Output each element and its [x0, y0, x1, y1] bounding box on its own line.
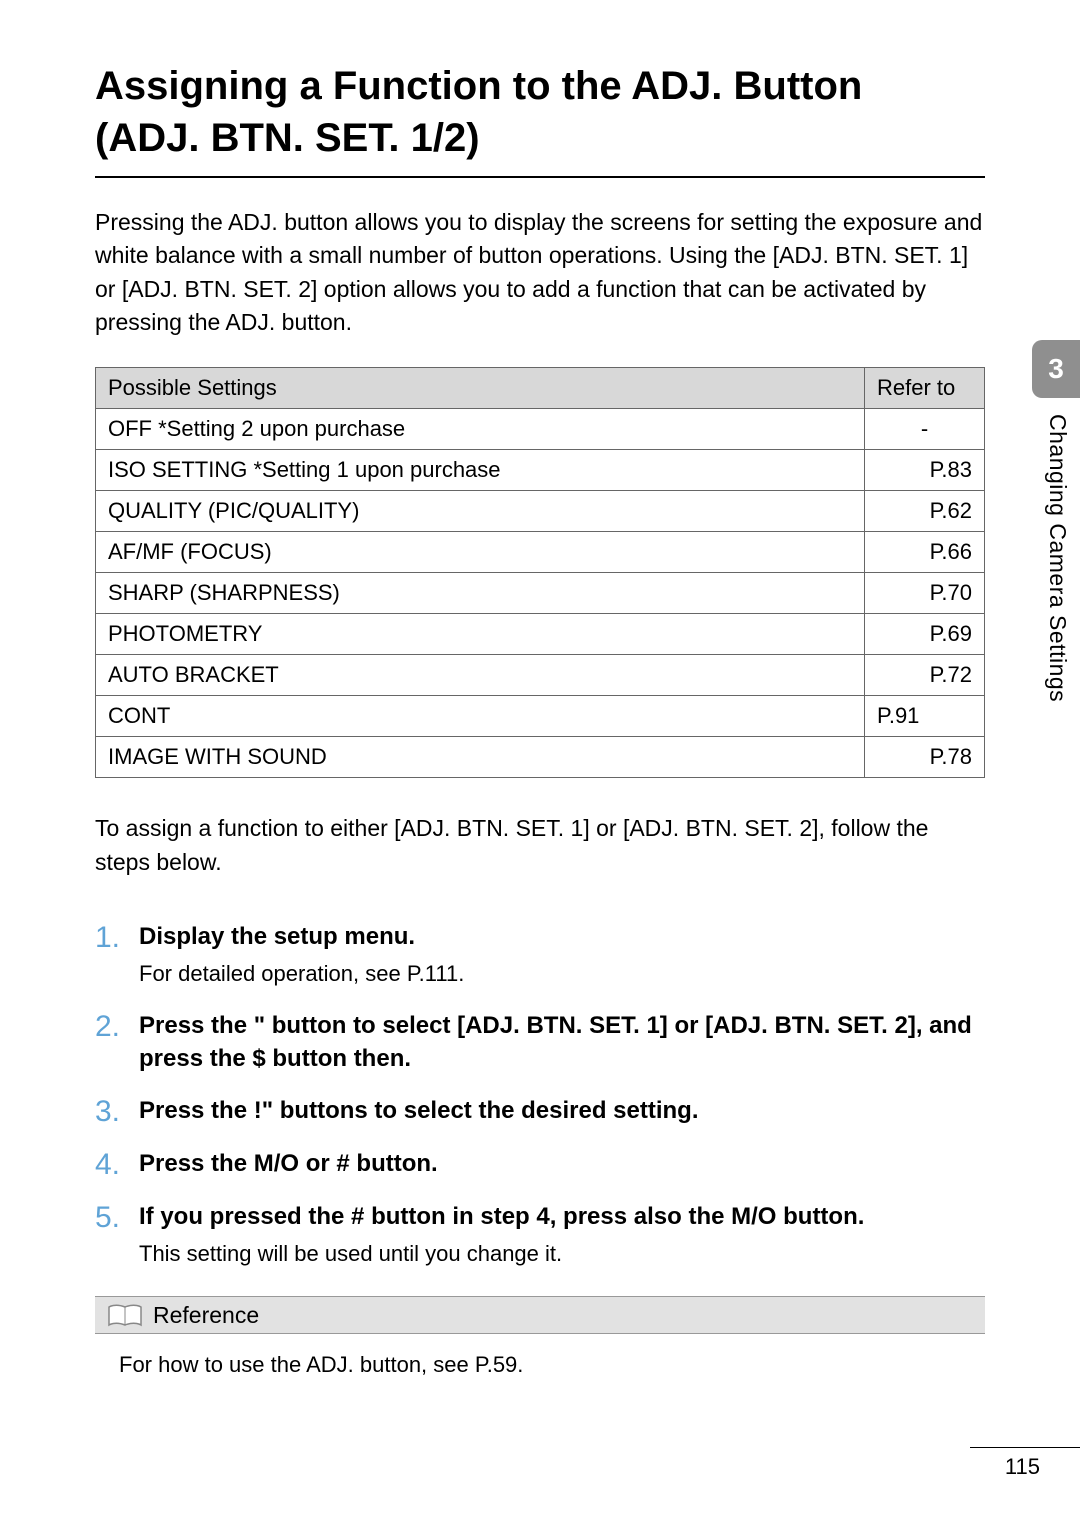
- table-row: PHOTOMETRY P.69: [96, 614, 985, 655]
- step-item: 1. Display the setup menu. For detailed …: [95, 921, 985, 990]
- step-number: 2.: [95, 1010, 139, 1043]
- step-body: Press the " button to select [ADJ. BTN. …: [139, 1010, 985, 1075]
- follow-paragraph: To assign a function to either [ADJ. BTN…: [95, 812, 985, 879]
- step-number: 3.: [95, 1095, 139, 1128]
- step-item: 5. If you pressed the # button in step 4…: [95, 1201, 985, 1270]
- table-row: IMAGE WITH SOUND P.78: [96, 737, 985, 778]
- setting-cell: OFF *Setting 2 upon purchase: [96, 409, 865, 450]
- setting-cell: ISO SETTING *Setting 1 upon purchase: [96, 450, 865, 491]
- step-number: 1.: [95, 921, 139, 954]
- ref-cell: P.66: [865, 532, 985, 573]
- step-item: 3. Press the !" buttons to select the de…: [95, 1095, 985, 1128]
- reference-text: For how to use the ADJ. button, see P.59…: [95, 1352, 985, 1378]
- book-icon: [105, 1301, 145, 1329]
- setting-cell: PHOTOMETRY: [96, 614, 865, 655]
- reference-header: Reference: [95, 1296, 985, 1334]
- step-title: Press the M/O or # button.: [139, 1148, 985, 1180]
- step-body: If you pressed the # button in step 4, p…: [139, 1201, 985, 1270]
- step-subtext: For detailed operation, see P.111.: [139, 959, 985, 990]
- page-title: Assigning a Function to the ADJ. Button …: [95, 60, 985, 164]
- title-line-1: Assigning a Function to the ADJ. Button: [95, 64, 862, 108]
- step-title: Press the " button to select [ADJ. BTN. …: [139, 1010, 985, 1075]
- table-row: ISO SETTING *Setting 1 upon purchase P.8…: [96, 450, 985, 491]
- ref-cell: P.69: [865, 614, 985, 655]
- chapter-title: Changing Camera Settings: [1032, 398, 1071, 702]
- title-line-2: (ADJ. BTN. SET. 1/2): [95, 116, 480, 160]
- step-title: Press the !" buttons to select the desir…: [139, 1095, 985, 1127]
- settings-table: Possible Settings Refer to OFF *Setting …: [95, 367, 985, 778]
- chapter-number: 3: [1048, 353, 1064, 385]
- step-title: Display the setup menu.: [139, 921, 985, 953]
- intro-paragraph: Pressing the ADJ. button allows you to d…: [95, 206, 985, 339]
- reference-label: Reference: [153, 1302, 259, 1329]
- setting-cell: SHARP (SHARPNESS): [96, 573, 865, 614]
- reference-section: Reference For how to use the ADJ. button…: [95, 1296, 985, 1378]
- footer: 115: [970, 1447, 1080, 1480]
- ref-cell: P.72: [865, 655, 985, 696]
- col-refer-to: Refer to: [865, 368, 985, 409]
- side-tab: 3 Changing Camera Settings: [1032, 340, 1080, 702]
- setting-cell: CONT: [96, 696, 865, 737]
- setting-cell: QUALITY (PIC/QUALITY): [96, 491, 865, 532]
- step-item: 2. Press the " button to select [ADJ. BT…: [95, 1010, 985, 1075]
- table-row: SHARP (SHARPNESS) P.70: [96, 573, 985, 614]
- setting-cell: AUTO BRACKET: [96, 655, 865, 696]
- table-header-row: Possible Settings Refer to: [96, 368, 985, 409]
- chapter-number-box: 3: [1032, 340, 1080, 398]
- step-body: Press the !" buttons to select the desir…: [139, 1095, 985, 1127]
- step-item: 4. Press the M/O or # button.: [95, 1148, 985, 1181]
- ref-cell: P.91: [865, 696, 985, 737]
- steps-list: 1. Display the setup menu. For detailed …: [95, 921, 985, 1270]
- table-row: OFF *Setting 2 upon purchase -: [96, 409, 985, 450]
- ref-cell: P.83: [865, 450, 985, 491]
- ref-cell: P.70: [865, 573, 985, 614]
- step-number: 4.: [95, 1148, 139, 1181]
- table-row: AF/MF (FOCUS) P.66: [96, 532, 985, 573]
- col-possible-settings: Possible Settings: [96, 368, 865, 409]
- table-row: AUTO BRACKET P.72: [96, 655, 985, 696]
- title-underline: [95, 176, 985, 178]
- step-subtext: This setting will be used until you chan…: [139, 1239, 985, 1270]
- step-number: 5.: [95, 1201, 139, 1234]
- ref-cell: -: [865, 409, 985, 450]
- step-title: If you pressed the # button in step 4, p…: [139, 1201, 985, 1233]
- page-container: Assigning a Function to the ADJ. Button …: [0, 0, 1080, 1528]
- table-row: QUALITY (PIC/QUALITY) P.62: [96, 491, 985, 532]
- setting-cell: IMAGE WITH SOUND: [96, 737, 865, 778]
- setting-cell: AF/MF (FOCUS): [96, 532, 865, 573]
- page-number: 115: [1005, 1454, 1040, 1480]
- ref-cell: P.78: [865, 737, 985, 778]
- table-row: CONT P.91: [96, 696, 985, 737]
- ref-cell: P.62: [865, 491, 985, 532]
- step-body: Press the M/O or # button.: [139, 1148, 985, 1180]
- step-body: Display the setup menu. For detailed ope…: [139, 921, 985, 990]
